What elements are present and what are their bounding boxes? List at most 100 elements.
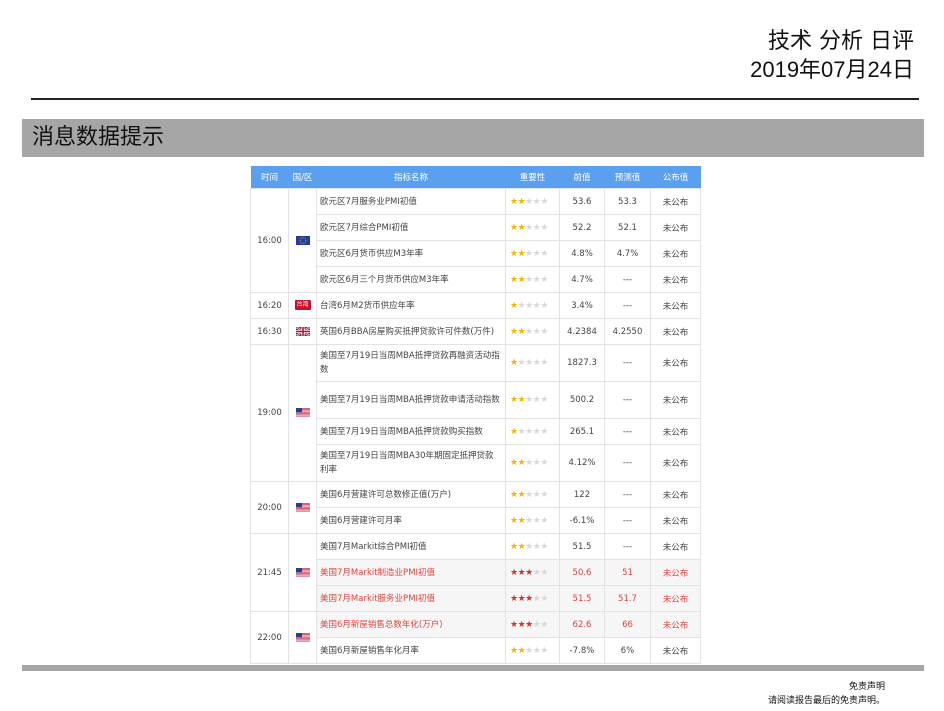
forecast-value: ---: [604, 533, 651, 560]
indicator-name: 美国6月营建许可总数修正值(万户): [316, 481, 506, 508]
published-value: 未公布: [650, 292, 701, 319]
time-cell: 21:45: [250, 533, 289, 612]
published-value: 未公布: [650, 240, 701, 267]
forecast-value: ---: [604, 481, 651, 508]
published-value: 未公布: [650, 188, 701, 215]
footer-bar: [22, 665, 924, 671]
star-empty-icon: ★: [525, 326, 533, 337]
col-header-importance: 重要性: [505, 166, 560, 189]
published-value: 未公布: [650, 481, 701, 508]
indicator-name: 欧元区7月综合PMI初值: [316, 214, 506, 241]
taiwan-badge-icon: 台湾: [294, 300, 311, 311]
forecast-value: 6%: [604, 637, 651, 664]
previous-value: 50.6: [559, 559, 605, 586]
col-header-previous: 前值: [559, 166, 605, 189]
published-value: 未公布: [650, 533, 701, 560]
indicator-name: 美国至7月19日当周MBA抵押贷款购买指数: [316, 418, 506, 445]
star-filled-icon: ★: [510, 515, 518, 526]
importance-rating: ★★★★★: [505, 559, 560, 586]
table-row: 19:00 美国至7月19日当周MBA抵押贷款再融资活动指数 ★ ★ ★ ★ ★ 1827.3…: [250, 344, 701, 482]
region-cell: [288, 344, 317, 482]
table-row: 16:00 欧元区7月服务业PMI初值 ★★★★★ 53.6 53.3 未公布: [250, 188, 701, 293]
table-row: 欧元区7月综合PMI初值 ★★★★★ 52.2 52.1 未公布: [251, 214, 701, 241]
table-row: 16:30 英国6月BBA房屋购买抵押贷款许可件数(万件) ★★★★★ 4.2384 4…: [250, 318, 701, 345]
us-flag-icon: [295, 567, 310, 577]
table-row: 美国至7月19日当周MBA抵押贷款申请活动指数 ★★★★★ 500.2 --- 未公布: [251, 381, 701, 419]
star-filled-icon: ★: [510, 274, 518, 285]
indicator-name: 美国至7月19日当周MBA抵押贷款再融资活动指数: [316, 344, 506, 382]
previous-value: -6.1%: [559, 507, 605, 534]
importance-rating: ★★★★★: [505, 292, 560, 319]
star-filled-icon: ★: [510, 222, 518, 233]
indicator-name: 美国7月Markit制造业PMI初值: [316, 559, 506, 586]
star-empty-icon: ★: [540, 300, 548, 311]
table-row: 欧元区6月货币供应M3年率 ★★★★★ 4.8% 4.7% 未公布: [251, 240, 701, 267]
table-header-row: 时间 国/区 指标名称 重要性 前值 预测值 公布值: [250, 166, 701, 189]
table-row: 美国6月新屋销售年化月率 ★★★★★ -7.8% 6% 未公布: [251, 637, 701, 664]
previous-value: 53.6: [559, 188, 605, 215]
star-filled-icon: ★: [510, 593, 518, 604]
importance-rating: ★★★★★: [505, 444, 560, 482]
star-filled-icon: ★: [510, 358, 518, 368]
published-value: 未公布: [650, 559, 701, 586]
star-empty-icon: ★: [525, 222, 533, 233]
us-flag-icon: [295, 632, 310, 642]
table-row: 21:45 美国7月Markit综合PMI初值 ★★★★★ 51.5 --- 未公布: [250, 533, 701, 612]
previous-value: 4.2384: [559, 318, 605, 345]
star-empty-icon: ★: [540, 274, 548, 285]
forecast-value: ---: [604, 292, 651, 319]
previous-value: 3.4%: [559, 292, 605, 319]
published-value: 未公布: [650, 318, 701, 345]
star-empty-icon: ★: [540, 619, 548, 630]
col-header-region: 国/区: [288, 166, 317, 189]
table-row: 美国7月Markit服务业PMI初值 ★★★★★ 51.5 51.7 未公布: [251, 585, 701, 612]
indicator-name: 美国6月新屋销售年化月率: [316, 637, 506, 664]
importance-rating: ★★★★★: [505, 344, 560, 382]
region-cell: [288, 188, 317, 293]
published-value: 未公布: [650, 266, 701, 293]
time-cell: 16:30: [250, 318, 289, 345]
forecast-value: ---: [604, 381, 651, 419]
previous-value: 122: [559, 481, 605, 508]
forecast-value: ---: [604, 344, 651, 382]
indicator-name: 美国6月营建许可月率: [316, 507, 506, 534]
disclaimer-text: 请阅读报告最后的免责声明。: [768, 696, 886, 706]
indicator-name: 美国至7月19日当周MBA抵押贷款申请活动指数: [316, 381, 506, 419]
importance-rating: ★★★★★: [505, 585, 560, 612]
forecast-value: 52.1: [604, 214, 651, 241]
time-cell: 22:00: [250, 611, 289, 664]
published-value: 未公布: [650, 637, 701, 664]
indicator-name: 美国6月新屋销售总数年化(万户): [316, 611, 506, 638]
star-filled-icon: ★: [510, 326, 518, 337]
us-flag-icon: [295, 408, 310, 417]
uk-flag-icon: [295, 326, 310, 336]
published-value: 未公布: [650, 214, 701, 241]
forecast-value: 66: [604, 611, 651, 638]
table-row: 美国至7月19日当周MBA30年期固定抵押贷款利率 ★★★★★ 4.12% --- 未公…: [251, 444, 701, 482]
star-filled-icon: ★: [510, 567, 518, 578]
region-cell: [288, 318, 317, 345]
previous-value: 62.6: [559, 611, 605, 638]
star-empty-icon: ★: [540, 248, 548, 259]
star-empty-icon: ★: [540, 222, 548, 233]
star-filled-icon: ★: [510, 300, 518, 311]
previous-value: 500.2: [559, 381, 605, 419]
region-cell: [288, 481, 317, 534]
star-empty-icon: ★: [525, 358, 533, 368]
indicator-name: 美国7月Markit综合PMI初值: [316, 533, 506, 560]
forecast-value: ---: [604, 266, 651, 293]
importance-rating: ★★★★★: [505, 188, 560, 215]
star-empty-icon: ★: [525, 426, 533, 437]
star-empty-icon: ★: [540, 426, 548, 437]
star-empty-icon: ★: [540, 395, 548, 405]
table-row: 22:00 美国6月新屋销售总数年化(万户) ★ ★ ★ ★ ★ 62.6 66 未公布: [250, 611, 701, 664]
star-empty-icon: ★: [525, 541, 533, 552]
published-value: 未公布: [650, 381, 701, 419]
star-empty-icon: ★: [540, 645, 548, 656]
importance-rating: ★★★★★: [505, 266, 560, 293]
previous-value: 51.5: [559, 533, 605, 560]
published-value: 未公布: [650, 418, 701, 445]
star-empty-icon: ★: [540, 326, 548, 337]
star-filled-icon: ★: [525, 619, 533, 630]
previous-value: 265.1: [559, 418, 605, 445]
